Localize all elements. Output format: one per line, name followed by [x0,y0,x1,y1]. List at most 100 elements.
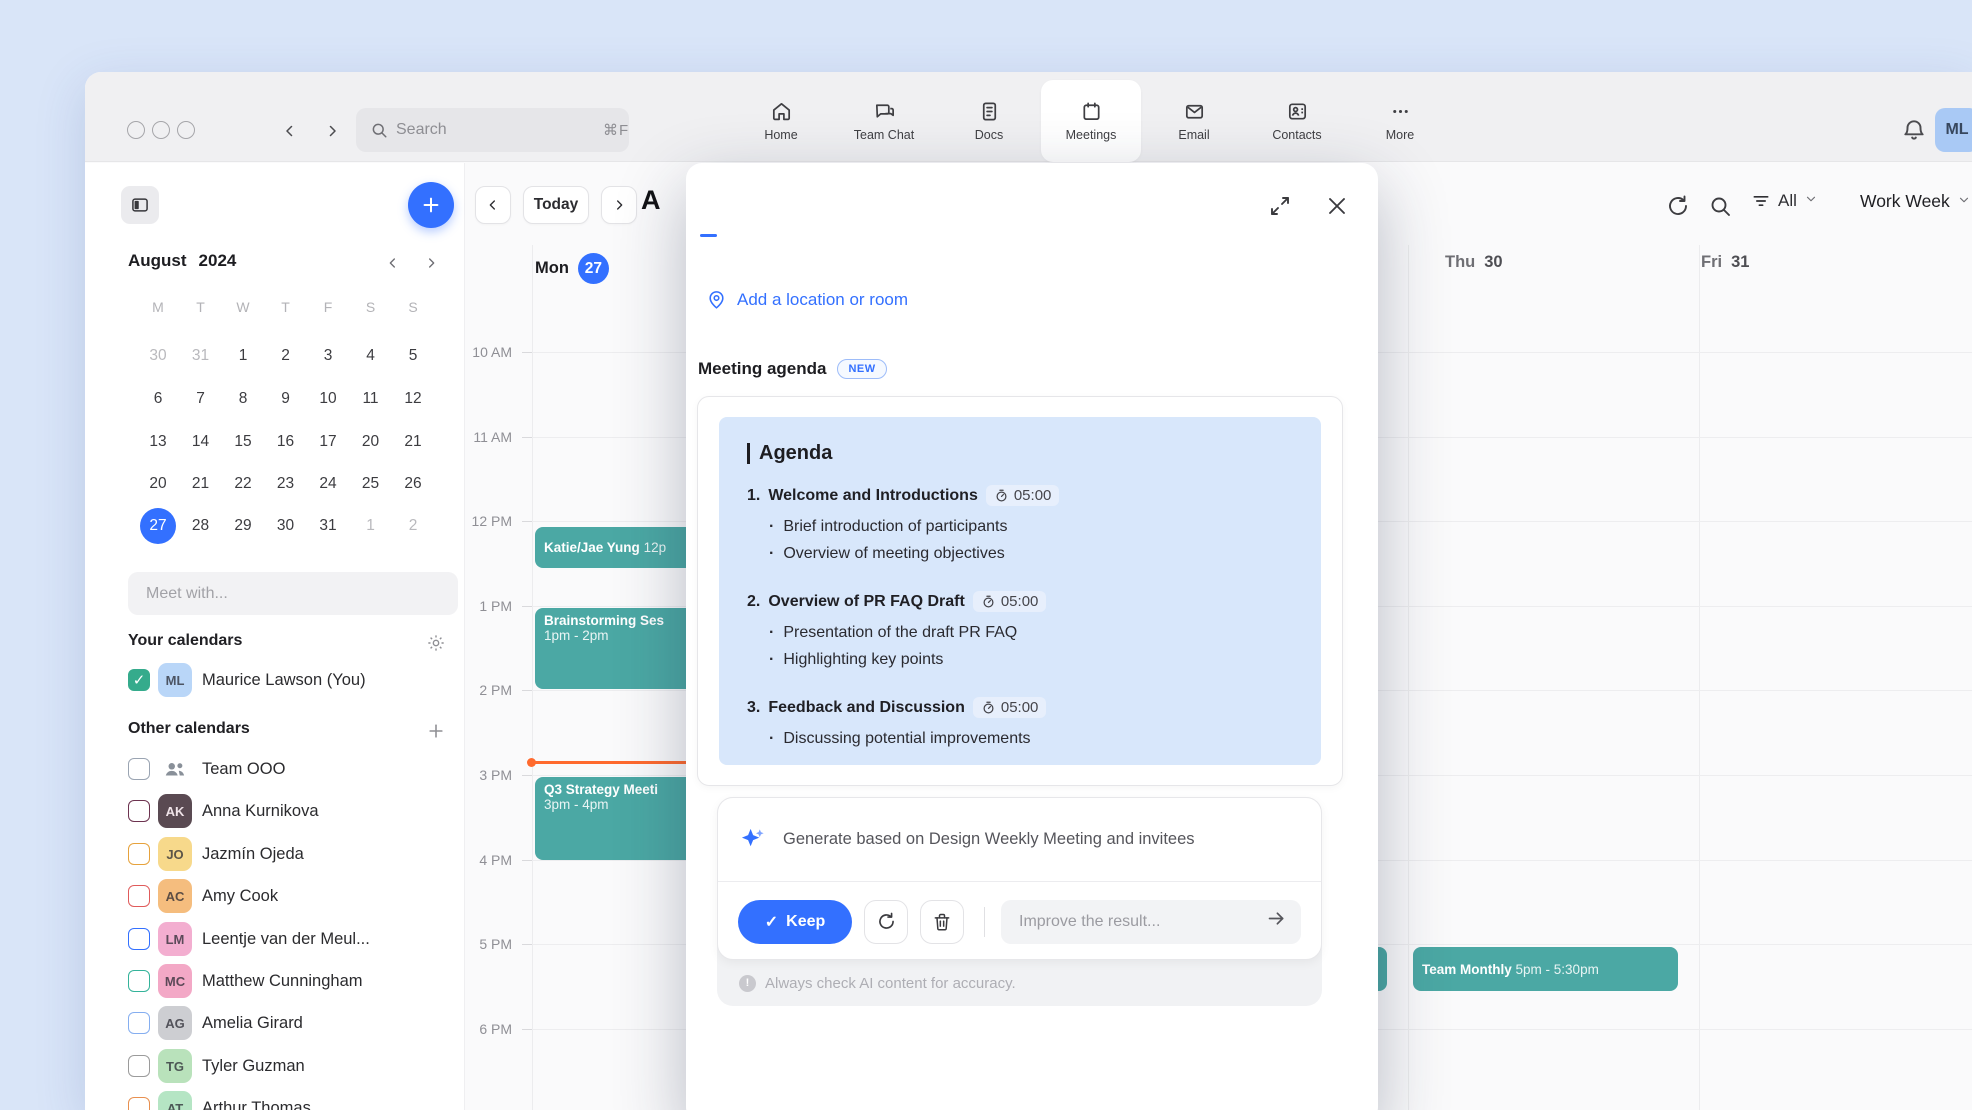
user-avatar[interactable]: ML [1935,108,1972,152]
mini-calendar-day[interactable]: 22 [225,466,261,502]
event-brainstorming-session[interactable]: Brainstorming Ses 1pm - 2pm [535,608,711,689]
submit-arrow-icon[interactable] [1266,908,1287,935]
calendar-checkbox[interactable] [128,970,150,992]
mini-calendar-day[interactable]: 31 [310,508,346,544]
mini-calendar-day[interactable]: 3 [310,338,346,374]
mini-calendar-day[interactable]: 4 [353,338,389,374]
tab-home[interactable]: Home [731,80,831,162]
mini-calendar-day[interactable]: 29 [225,508,261,544]
mini-calendar-day[interactable]: 11 [353,381,389,417]
add-calendar-plus-icon[interactable] [423,718,449,744]
notifications-bell-icon[interactable] [1901,117,1927,143]
calendar-checkbox[interactable] [128,885,150,907]
mini-calendar-day[interactable]: 2 [268,338,304,374]
mini-calendar-day[interactable]: 15 [225,424,261,460]
agenda-editor[interactable]: Agenda 1. Welcome and Introductions 05:0… [719,417,1321,765]
prev-week-button[interactable] [475,186,511,224]
next-week-button[interactable] [601,186,637,224]
mini-calendar-day[interactable]: 23 [268,466,304,502]
calendar-checkbox[interactable] [128,758,150,780]
expand-modal-icon[interactable] [1268,194,1292,218]
global-search[interactable]: ⌘F [356,108,629,152]
keep-button[interactable]: ✓ Keep [738,900,852,944]
tab-contacts[interactable]: Contacts [1247,80,1347,162]
calendar-settings-gear-icon[interactable] [423,630,449,656]
mini-calendar-day[interactable]: 20 [353,424,389,460]
calendar-checkbox[interactable] [128,1055,150,1077]
mini-calendar-day[interactable]: 5 [395,338,431,374]
mini-calendar-day[interactable]: 14 [183,424,219,460]
calendar-checkbox-checked[interactable]: ✓ [128,669,150,691]
calendar-search-icon[interactable] [1708,194,1732,218]
mini-calendar-day[interactable]: 30 [140,338,176,374]
mini-calendar-next-icon[interactable] [419,251,443,275]
create-event-button[interactable] [408,182,454,228]
delete-trash-icon[interactable] [920,900,964,944]
view-switcher-dropdown[interactable]: Work Week [1860,191,1971,212]
calendar-list-item[interactable]: MC Matthew Cunningham [128,962,458,1000]
mini-calendar-day[interactable]: 13 [140,424,176,460]
calendar-list-item[interactable]: AG Amelia Girard [128,1004,458,1042]
mini-calendar-day[interactable]: 17 [310,424,346,460]
mini-calendar-day[interactable]: 8 [225,381,261,417]
mini-calendar-day[interactable]: 2 [395,508,431,544]
mini-calendar-day[interactable]: 12 [395,381,431,417]
calendar-list-item[interactable]: JO Jazmín Ojeda [128,835,458,873]
calendar-list-item[interactable]: TG Tyler Guzman [128,1047,458,1085]
calendar-list-item[interactable]: ✓ML Maurice Lawson (You) [128,661,458,699]
today-button[interactable]: Today [523,186,589,224]
tab-more[interactable]: More [1350,80,1450,162]
calendar-list-item[interactable]: Team OOO [128,750,458,788]
calendar-list-item[interactable]: AT Arthur Thomas [128,1089,458,1110]
mini-calendar-day[interactable]: 28 [183,508,219,544]
event-team-monthly[interactable]: Team Monthly 5pm - 5:30pm [1413,947,1678,991]
refresh-icon[interactable] [1666,194,1690,218]
mini-calendar-day[interactable]: 25 [353,466,389,502]
calendar-list-item[interactable]: AK Anna Kurnikova [128,792,458,830]
tab-meetings[interactable]: Meetings [1041,80,1141,162]
add-location-link[interactable]: Add a location or room [706,289,908,310]
mini-calendar-day[interactable]: 1 [353,508,389,544]
mini-calendar-day[interactable]: 31 [183,338,219,374]
mini-calendar-day[interactable]: 6 [140,381,176,417]
calendar-checkbox[interactable] [128,800,150,822]
tab-team-chat[interactable]: Team Chat [834,80,934,162]
mini-calendar-prev-icon[interactable] [381,251,405,275]
mini-calendar-day[interactable]: 7 [183,381,219,417]
tab-email[interactable]: Email [1144,80,1244,162]
window-zoom-control[interactable] [177,121,195,139]
calendar-checkbox[interactable] [128,928,150,950]
improve-result-box[interactable] [1001,900,1301,944]
calendar-list-item[interactable]: LM Leentje van der Meul... [128,920,458,958]
event-katie-jae-yung[interactable]: Katie/Jae Yung 12p [535,527,711,568]
mini-calendar-day[interactable]: 9 [268,381,304,417]
tab-docs[interactable]: Docs [939,80,1039,162]
mini-calendar-day[interactable]: 1 [225,338,261,374]
meet-with-input[interactable] [146,585,440,603]
calendar-checkbox[interactable] [128,1097,150,1110]
improve-result-input[interactable] [1019,913,1266,931]
calendar-checkbox[interactable] [128,1012,150,1034]
window-minimize-control[interactable] [152,121,170,139]
mini-calendar-day[interactable]: 26 [395,466,431,502]
event-q3-strategy-meeting[interactable]: Q3 Strategy Meeti 3pm - 4pm [535,777,711,860]
mini-calendar-day[interactable]: 24 [310,466,346,502]
window-close-control[interactable] [127,121,145,139]
meet-with-box[interactable] [128,572,458,615]
mini-calendar-day[interactable]: 21 [395,424,431,460]
close-modal-icon[interactable] [1325,194,1349,218]
history-forward-icon[interactable] [319,118,345,144]
sidebar-toggle-icon[interactable] [121,186,159,224]
calendar-list-item[interactable]: AC Amy Cook [128,877,458,915]
filter-dropdown[interactable]: All [1751,191,1818,211]
mini-calendar-day[interactable]: 20 [140,466,176,502]
mini-calendar-day[interactable]: 30 [268,508,304,544]
regenerate-icon[interactable] [864,900,908,944]
history-back-icon[interactable] [277,118,303,144]
mini-calendar-day[interactable]: 16 [268,424,304,460]
mini-calendar-day-selected[interactable]: 27 [140,508,176,544]
mini-calendar-day[interactable]: 21 [183,466,219,502]
search-input[interactable] [396,121,603,139]
mini-calendar-day[interactable]: 10 [310,381,346,417]
calendar-checkbox[interactable] [128,843,150,865]
